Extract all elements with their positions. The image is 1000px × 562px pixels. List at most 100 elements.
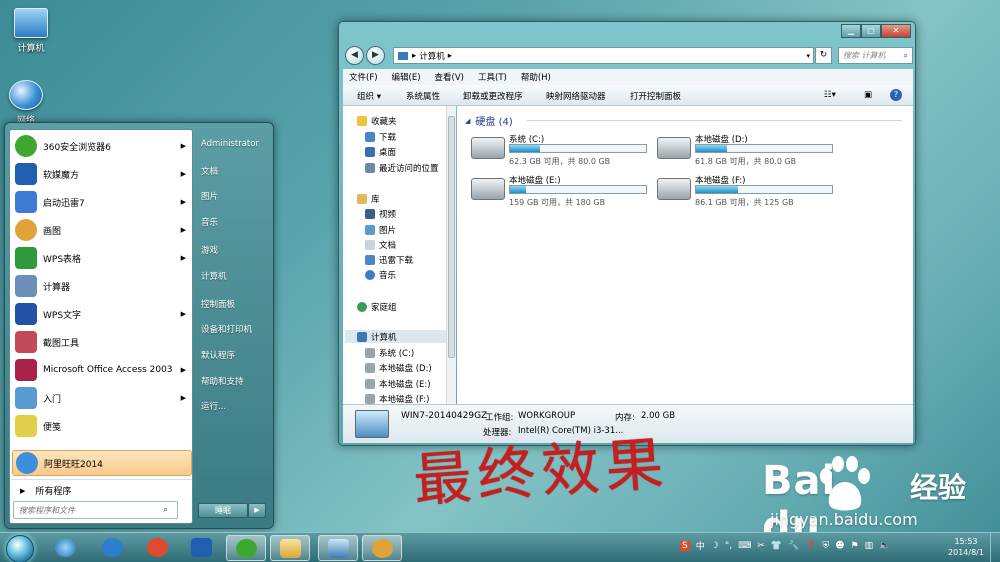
uninstall-programs-button[interactable]: 卸载或更改程序 — [463, 90, 523, 102]
nav-favorites[interactable]: 收藏夹 — [357, 115, 397, 127]
scissors-icon[interactable]: ✂ — [757, 541, 765, 551]
start-right-control-panel[interactable]: 控制面板 — [201, 298, 235, 310]
start-program-item-selected[interactable]: 阿里旺旺2014 — [12, 450, 192, 476]
taskbar-paint[interactable] — [362, 535, 402, 561]
start-right-administrator[interactable]: Administrator — [201, 139, 259, 149]
moon-icon[interactable]: ☽ — [711, 541, 719, 551]
nav-libraries[interactable]: 库 — [357, 193, 380, 205]
menu-help[interactable]: 帮助(H) — [521, 71, 551, 83]
nav-item-videos[interactable]: 视频 — [365, 208, 396, 220]
start-right-run[interactable]: 运行... — [201, 400, 226, 412]
nav-drive-f[interactable]: 本地磁盘 (F:) — [365, 393, 429, 404]
nav-computer[interactable]: 计算机 — [345, 330, 448, 343]
map-network-drive-button[interactable]: 映射网络驱动器 — [546, 90, 606, 102]
desktop-icon-network[interactable]: 网络 — [0, 80, 56, 126]
menu-tools[interactable]: 工具(T) — [478, 71, 507, 83]
nav-drive-e[interactable]: 本地磁盘 (E:) — [365, 378, 431, 390]
shield-icon[interactable]: ⛨ — [822, 541, 829, 551]
address-bar[interactable]: ▸ 计算机 ▸ ▾ — [393, 47, 814, 64]
start-right-computer[interactable]: 计算机 — [201, 270, 227, 282]
nav-item-recent-places[interactable]: 最近访问的位置 — [365, 162, 439, 174]
start-right-devices-printers[interactable]: 设备和打印机 — [201, 323, 252, 335]
start-program-item[interactable]: 截图工具 — [12, 329, 192, 355]
drives-group-header[interactable]: ◢ 硬盘 (4) — [465, 113, 513, 129]
explorer-search-input[interactable]: 搜索 计算机 ⌕ — [838, 47, 913, 64]
all-programs-button[interactable]: ▶ 所有程序 — [12, 479, 192, 501]
refresh-button[interactable]: ↻ — [815, 47, 832, 64]
nav-homegroup[interactable]: 家庭组 — [357, 301, 397, 313]
input-language-icon[interactable]: 中 — [696, 539, 705, 552]
taskbar-media-player[interactable] — [138, 535, 178, 561]
maximize-button[interactable]: ▢ — [861, 24, 881, 38]
taskbar-360-browser[interactable] — [226, 535, 266, 561]
chevron-down-icon[interactable]: ▾ — [806, 52, 810, 60]
open-control-panel-button[interactable]: 打开控制面板 — [630, 90, 681, 102]
start-right-default-programs[interactable]: 默认程序 — [201, 349, 235, 361]
nav-item-downloads[interactable]: 下载 — [365, 131, 396, 143]
volume-icon[interactable]: 🔈 — [879, 541, 890, 551]
system-properties-button[interactable]: 系统属性 — [406, 90, 440, 102]
menu-file[interactable]: 文件(F) — [349, 71, 378, 83]
start-search-input[interactable] — [13, 501, 178, 519]
nav-drive-c[interactable]: 系统 (C:) — [365, 347, 414, 359]
nav-item-music[interactable]: 音乐 — [365, 269, 396, 281]
drive-tile-e[interactable]: 本地磁盘 (E:) 159 GB 可用，共 180 GB — [471, 174, 651, 210]
drive-tile-f[interactable]: 本地磁盘 (F:) 86.1 GB 可用，共 125 GB — [657, 174, 837, 210]
show-desktop-button[interactable] — [990, 533, 1000, 562]
desktop-icon-computer[interactable]: 计算机 — [1, 8, 61, 54]
drive-tile-c[interactable]: 系统 (C:) 62.3 GB 可用，共 80.0 GB — [471, 133, 651, 169]
start-program-item[interactable]: WPS表格 ▶ — [12, 245, 192, 271]
taskbar-clock[interactable]: 15:53 2014/8/1 — [944, 536, 988, 558]
breadcrumb-computer[interactable]: 计算机 — [419, 50, 445, 62]
start-program-item[interactable]: 计算器 — [12, 273, 192, 299]
menu-view[interactable]: 查看(V) — [435, 71, 464, 83]
punctuation-icon[interactable]: °, — [725, 541, 732, 551]
start-program-item[interactable]: 画图 ▶ — [12, 217, 192, 243]
power-options-arrow-icon[interactable]: ▶ — [248, 503, 266, 518]
search-icon[interactable]: ⌕ — [163, 505, 168, 515]
start-program-item[interactable]: Microsoft Office Access 2003 ▶ — [12, 357, 192, 383]
chat-icon[interactable]: ☻ — [835, 541, 844, 551]
view-options-icon[interactable]: ☷▾ — [824, 90, 836, 100]
start-program-item[interactable]: WPS文字 ▶ — [12, 301, 192, 327]
help-icon[interactable]: ? — [890, 89, 902, 101]
flag-icon[interactable]: ⚑ — [851, 541, 859, 551]
taskbar-ie[interactable] — [46, 535, 86, 561]
start-right-games[interactable]: 游戏 — [201, 244, 218, 256]
close-button[interactable]: ✕ — [881, 24, 911, 38]
nav-item-desktop[interactable]: 桌面 — [365, 146, 396, 158]
network-icon[interactable]: ▥ — [865, 541, 874, 551]
minimize-button[interactable]: ▁ — [841, 24, 861, 38]
taskbar-baidu-netdisk[interactable] — [93, 535, 133, 561]
skin-icon[interactable]: 👕 — [771, 541, 782, 551]
back-button[interactable]: ◀ — [345, 46, 364, 65]
keyboard-icon[interactable]: ⌨ — [738, 541, 751, 551]
help-tray-icon[interactable]: ❓ — [805, 541, 816, 551]
drive-tile-d[interactable]: 本地磁盘 (D:) 61.8 GB 可用，共 80.0 GB — [657, 133, 837, 169]
organize-button[interactable]: 组织 ▾ — [357, 90, 381, 102]
taskbar-ruanmei[interactable] — [182, 535, 222, 561]
start-program-item[interactable]: 入门 ▶ — [12, 385, 192, 411]
nav-pane-scrollbar[interactable] — [446, 106, 456, 404]
start-program-item[interactable]: 软媒魔方 ▶ — [12, 161, 192, 187]
start-right-music[interactable]: 音乐 — [201, 216, 218, 228]
nav-item-thunder-downloads[interactable]: 迅雷下载 — [365, 254, 413, 266]
start-button[interactable] — [6, 535, 34, 562]
start-program-item[interactable]: 启动迅雷7 ▶ — [12, 189, 192, 215]
preview-pane-icon[interactable]: ▣ — [864, 90, 872, 100]
start-program-item[interactable]: 360安全浏览器6 ▶ — [12, 133, 192, 159]
nav-item-pictures[interactable]: 图片 — [365, 224, 396, 236]
sogou-input-icon[interactable]: S — [680, 540, 690, 551]
start-program-item[interactable]: 便笺 — [12, 413, 192, 439]
wrench-icon[interactable]: 🔧 — [788, 541, 799, 551]
taskbar-explorer[interactable] — [270, 535, 310, 561]
start-right-help-support[interactable]: 帮助和支持 — [201, 375, 244, 387]
start-right-pictures[interactable]: 图片 — [201, 190, 218, 202]
scrollbar-thumb[interactable] — [448, 116, 455, 358]
taskbar-screenshot-app[interactable] — [318, 535, 358, 561]
start-right-documents[interactable]: 文档 — [201, 165, 218, 177]
menu-edit[interactable]: 编辑(E) — [392, 71, 421, 83]
nav-item-documents[interactable]: 文档 — [365, 239, 396, 251]
sleep-button[interactable]: 睡眠 — [198, 503, 248, 518]
nav-drive-d[interactable]: 本地磁盘 (D:) — [365, 362, 432, 374]
